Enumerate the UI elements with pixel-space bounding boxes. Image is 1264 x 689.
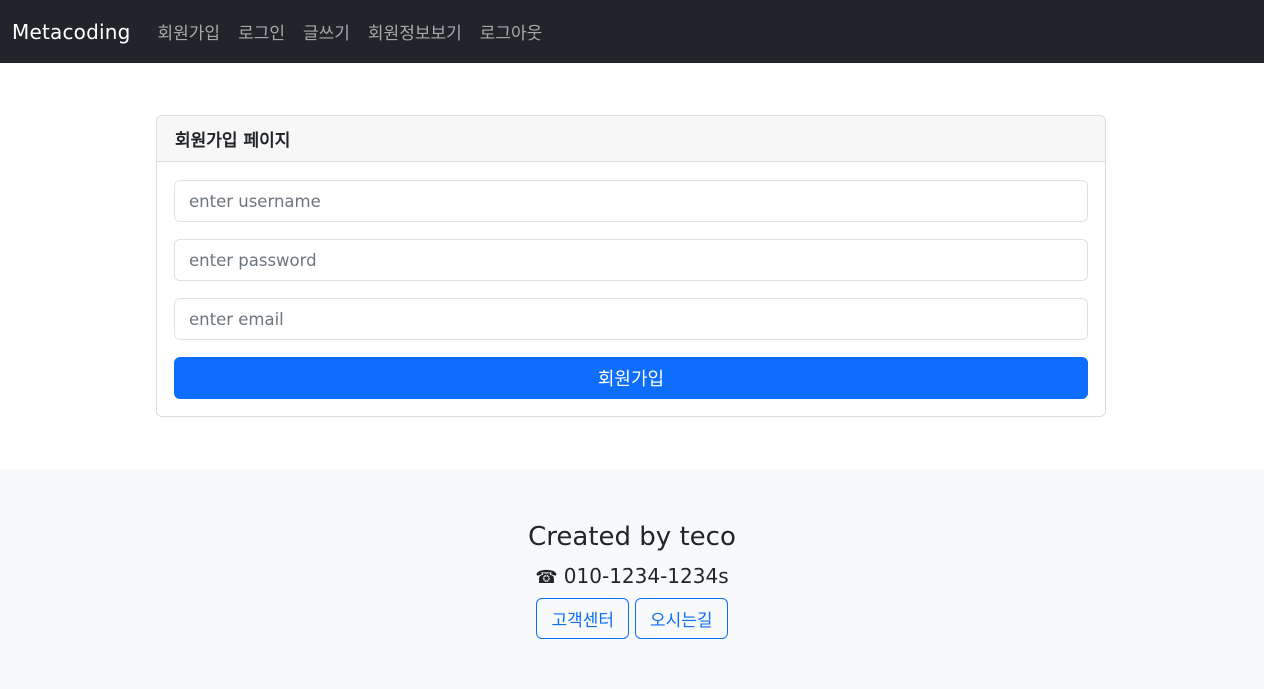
phone-number: 010-1234-1234s [563, 564, 729, 588]
username-input[interactable] [174, 180, 1088, 222]
footer-phone: ☎ 010-1234-1234s [0, 564, 1264, 588]
nav-link-join[interactable]: 회원가입 [149, 19, 230, 44]
nav-link-write[interactable]: 글쓰기 [294, 19, 359, 44]
customer-center-button[interactable]: 고객센터 [536, 598, 629, 639]
footer-title: Created by teco [528, 522, 736, 552]
footer-buttons: 고객센터 오시는길 [0, 598, 1264, 639]
join-card: 회원가입 페이지 회원가입 [156, 115, 1106, 417]
top-navbar: Metacoding 회원가입 로그인 글쓰기 회원정보보기 로그아웃 [0, 0, 1264, 63]
nav-link-logout[interactable]: 로그아웃 [471, 19, 552, 44]
nav-link-user-info[interactable]: 회원정보보기 [359, 19, 471, 44]
password-input[interactable] [174, 239, 1088, 281]
join-submit-button[interactable]: 회원가입 [174, 357, 1088, 399]
phone-icon: ☎ [535, 567, 558, 588]
email-input[interactable] [174, 298, 1088, 340]
nav-link-login[interactable]: 로그인 [229, 19, 294, 44]
brand-link[interactable]: Metacoding [12, 20, 131, 44]
card-header: 회원가입 페이지 [157, 116, 1105, 162]
directions-button[interactable]: 오시는길 [635, 598, 728, 639]
footer: Created by teco ☎ 010-1234-1234s 고객센터 오시는… [0, 469, 1264, 689]
